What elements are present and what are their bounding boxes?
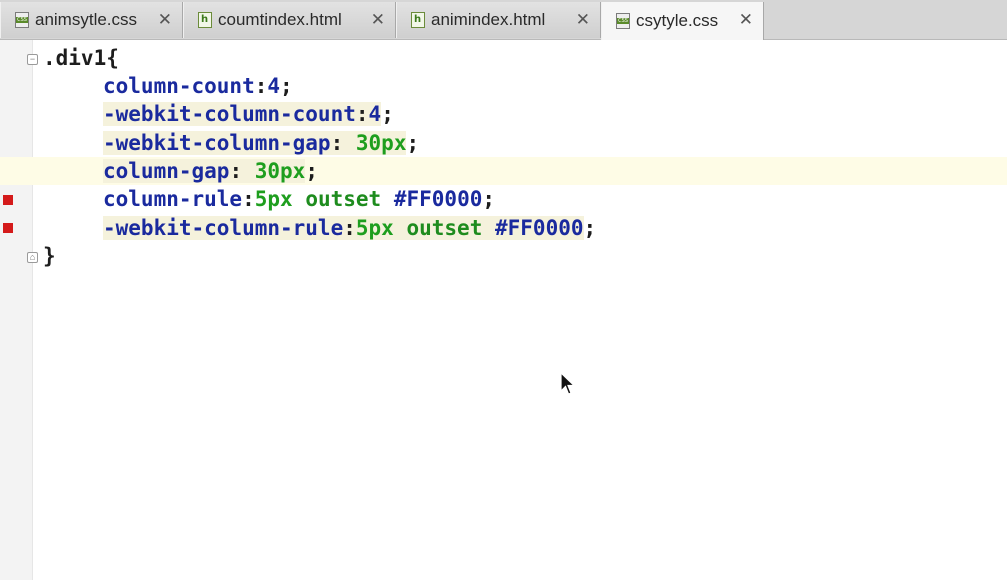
- css-color-value: #FF0000: [393, 187, 483, 211]
- tab-animindex-html[interactable]: animindex.html ✕: [396, 2, 601, 38]
- code-line-4: -webkit-column-gap: 30px;: [103, 129, 1007, 157]
- css-unit: px: [267, 187, 293, 211]
- editor-tab-bar: animsytle.css ✕ coumtindex.html ✕ animin…: [0, 0, 1007, 40]
- error-marker-icon[interactable]: [3, 195, 13, 205]
- code-line-7: -webkit-column-rule:5px outset #FF0000;: [103, 214, 1007, 242]
- colon: :: [229, 159, 255, 183]
- tab-animsytle-css[interactable]: animsytle.css ✕: [0, 2, 183, 38]
- css-property: column-rule: [103, 187, 243, 211]
- css-file-icon: [15, 12, 29, 28]
- close-icon[interactable]: ✕: [576, 11, 590, 29]
- colon: :: [330, 131, 356, 155]
- css-number: 5: [254, 187, 268, 211]
- close-icon[interactable]: ✕: [739, 11, 753, 29]
- css-unit: px: [381, 131, 407, 155]
- code-line-2: column-count:4;: [103, 72, 1007, 100]
- colon: :: [343, 216, 356, 240]
- code-line-6: column-rule:5px outset #FF0000;: [103, 185, 1007, 213]
- semicolon: ;: [381, 102, 394, 126]
- semicolon: ;: [406, 131, 420, 155]
- tab-label: animindex.html: [431, 10, 546, 29]
- css-unit: px: [280, 159, 306, 183]
- css-number: 30: [254, 159, 281, 183]
- css-property: -webkit-column-gap: [103, 131, 331, 155]
- css-property: column-count: [103, 74, 255, 98]
- close-brace: }: [43, 244, 56, 268]
- colon: :: [355, 102, 369, 126]
- css-keyword: outset: [406, 216, 483, 240]
- css-keyword: outset: [305, 187, 382, 211]
- code-editor[interactable]: .div1{ column-count:4; -webkit-column-co…: [0, 40, 1007, 580]
- open-brace: {: [106, 46, 119, 70]
- mouse-pointer-icon: [560, 372, 576, 395]
- css-unit: px: [368, 216, 394, 240]
- error-marker-icon[interactable]: [3, 223, 13, 233]
- semicolon: ;: [583, 216, 597, 240]
- editor-gutter: − ⌂: [0, 40, 38, 580]
- tab-coumtindex-html[interactable]: coumtindex.html ✕: [183, 2, 396, 38]
- colon: :: [242, 187, 255, 211]
- html-file-icon: [411, 12, 425, 28]
- css-property: -webkit-column-rule: [103, 216, 344, 240]
- css-color-value: #FF0000: [495, 216, 584, 240]
- semicolon: ;: [482, 187, 496, 211]
- close-icon[interactable]: ✕: [371, 11, 385, 29]
- code-line-3: -webkit-column-count:4;: [103, 100, 1007, 128]
- code-line-1: .div1{: [43, 44, 1007, 72]
- css-number: 5: [355, 216, 369, 240]
- css-value: 4: [368, 102, 382, 126]
- css-file-icon: [616, 13, 630, 29]
- css-selector: .div1: [43, 46, 107, 70]
- css-property: column-gap: [103, 159, 230, 183]
- tab-csytyle-css[interactable]: csytyle.css ✕: [601, 2, 764, 40]
- css-value: 4: [267, 74, 281, 98]
- tab-label: csytyle.css: [636, 11, 719, 30]
- css-number: 30: [355, 131, 382, 155]
- close-icon[interactable]: ✕: [158, 11, 172, 29]
- css-property: -webkit-column-count: [103, 102, 356, 126]
- code-line-8: }: [43, 242, 1007, 270]
- tab-label: coumtindex.html: [218, 10, 342, 29]
- html-file-icon: [198, 12, 212, 28]
- semicolon: ;: [280, 74, 293, 98]
- code-line-5: column-gap: 30px;: [0, 157, 1007, 185]
- tab-label: animsytle.css: [35, 10, 138, 29]
- semicolon: ;: [305, 159, 318, 183]
- colon: :: [254, 74, 268, 98]
